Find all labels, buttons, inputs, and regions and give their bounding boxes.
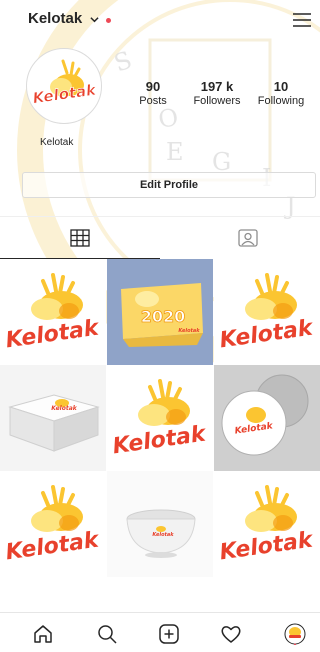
post-image: 2020 Kelotak <box>121 283 203 347</box>
menu-icon[interactable] <box>292 12 312 28</box>
following-value: 10 <box>273 79 289 94</box>
bowl-logo-text: Kelotak <box>152 532 174 538</box>
post-logo-text: Kelotak <box>111 421 208 459</box>
post-thumbnail[interactable]: Kelotak <box>0 259 106 365</box>
post-image: Kelotak <box>110 379 209 460</box>
heart-icon[interactable] <box>220 623 242 645</box>
avatar-logo-text: Kelotak <box>32 81 99 108</box>
tab-tagged[interactable] <box>160 217 320 259</box>
followers-value: 197 k <box>200 79 234 94</box>
followers-count[interactable]: 197 k Followers <box>182 80 252 108</box>
post-logo-text: Kelotak <box>218 315 315 353</box>
followers-label: Followers <box>193 95 241 107</box>
post-thumbnail[interactable]: Kelotak <box>107 471 213 577</box>
post-logo-text: Kelotak <box>218 527 315 565</box>
home-icon[interactable] <box>32 623 54 645</box>
post-logo-text: Kelotak <box>4 527 101 565</box>
tab-grid[interactable] <box>0 217 160 259</box>
add-post-icon[interactable] <box>158 623 180 645</box>
posts-value: 90 <box>145 79 161 94</box>
post-thumbnail[interactable]: 2020 Kelotak <box>107 259 213 365</box>
post-image: Kelotak <box>214 365 320 471</box>
post-image: Kelotak <box>217 485 316 566</box>
calendar-logo-text: Kelotak <box>178 328 200 334</box>
post-thumbnail[interactable]: Kelotak <box>0 471 106 577</box>
post-image: Kelotak <box>3 273 102 354</box>
box-logo-text: Kelotak <box>51 405 77 412</box>
account-switcher[interactable]: Kelotak <box>28 10 82 27</box>
following-label: Following <box>257 95 305 107</box>
top-bar: Kelotak <box>0 0 320 40</box>
post-image: Kelotak <box>217 273 316 354</box>
post-thumbnail[interactable]: Kelotak <box>214 471 320 577</box>
post-logo-text: Kelotak <box>4 315 101 353</box>
calendar-year: 2020 <box>141 307 186 326</box>
chevron-down-icon[interactable] <box>90 15 99 24</box>
posts-count[interactable]: 90 Posts <box>118 80 188 108</box>
post-thumbnail[interactable]: Kelotak <box>214 259 320 365</box>
post-thumbnail[interactable]: Kelotak <box>214 365 320 471</box>
post-image: Kelotak <box>0 365 106 471</box>
post-image: Kelotak <box>3 485 102 566</box>
profile-avatar[interactable] <box>284 623 306 645</box>
edit-profile-button[interactable]: Edit Profile <box>22 172 316 198</box>
grid-icon <box>70 229 90 247</box>
post-thumbnail[interactable]: Kelotak <box>0 365 106 471</box>
tagged-icon <box>238 229 258 247</box>
post-image: Kelotak <box>107 471 213 577</box>
posts-label: Posts <box>139 95 167 107</box>
following-count[interactable]: 10 Following <box>246 80 316 108</box>
search-icon[interactable] <box>96 623 118 645</box>
posts-grid: Kelotak 2020 Kelotak Kelotak Kelotak Kelotak K… <box>0 259 320 577</box>
post-thumbnail[interactable]: Kelotak <box>107 365 213 471</box>
profile-tabs <box>0 216 320 259</box>
display-name: Kelotak <box>40 137 74 148</box>
notification-dot <box>106 18 111 23</box>
profile-avatar-large[interactable]: Kelotak <box>26 48 102 124</box>
bottom-navigation <box>0 612 320 652</box>
